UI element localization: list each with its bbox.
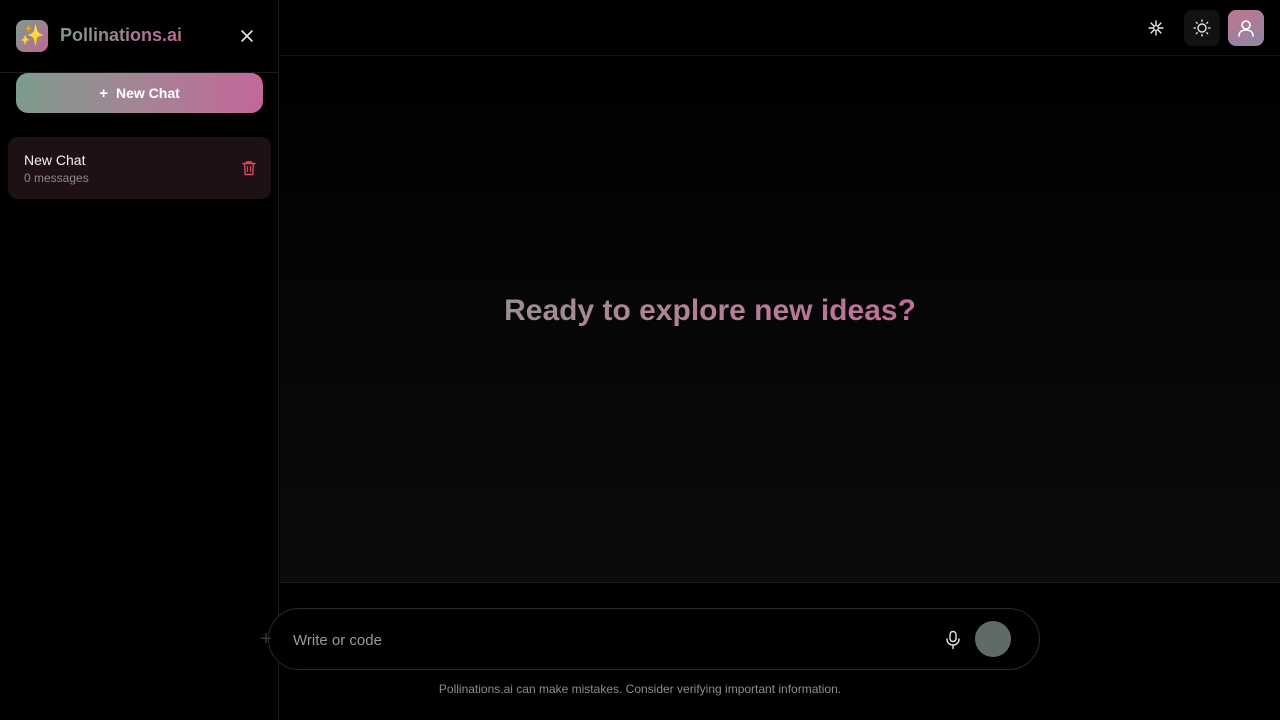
user-icon — [1238, 20, 1254, 37]
theme-toggle-button[interactable] — [1184, 10, 1220, 46]
brand-name: Pollinations.ai — [60, 25, 183, 45]
user-avatar-button[interactable] — [1228, 10, 1264, 46]
attach-button[interactable]: + — [255, 628, 277, 650]
sparkle-icon — [1148, 20, 1164, 36]
new-chat-label: New Chat — [115, 85, 180, 101]
trash-icon — [242, 161, 256, 176]
sun-icon — [1193, 19, 1211, 37]
sparkles-icon: ✨ — [19, 25, 45, 47]
chat-list-item[interactable]: New Chat 0 messages — [8, 137, 271, 199]
top-bar — [280, 0, 1280, 56]
sidebar-header: ✨ Pollinations.ai — [0, 0, 279, 73]
app-root: ✨ Pollinations.ai + New Chat New Chat 0 … — [0, 0, 1280, 720]
logo: ✨ — [16, 20, 48, 52]
sidebar: ✨ Pollinations.ai + New Chat New Chat 0 … — [0, 0, 279, 720]
microphone-icon — [946, 630, 960, 650]
close-icon — [241, 30, 253, 42]
message-input[interactable] — [293, 629, 913, 651]
welcome-heading: Ready to explore new ideas? — [280, 294, 1000, 328]
welcome-text: Ready to explore new ideas? — [504, 294, 916, 327]
disclaimer-text: Pollinations.ai can make mistakes. Consi… — [438, 682, 842, 696]
plus-icon: + — [99, 84, 108, 102]
sparkle-button[interactable] — [1138, 10, 1174, 46]
close-sidebar-button[interactable] — [235, 24, 259, 48]
message-composer: + — [260, 608, 1040, 670]
chat-message-count: 0 messages — [24, 171, 89, 185]
plus-icon: + — [260, 628, 272, 650]
delete-chat-button[interactable] — [240, 159, 258, 177]
main-panel: Ready to explore new ideas? + Pollinatio… — [260, 0, 1280, 720]
send-button[interactable] — [975, 621, 1011, 657]
new-chat-button[interactable]: + New Chat — [16, 73, 263, 113]
chat-area: Ready to explore new ideas? — [280, 56, 1280, 583]
microphone-button[interactable] — [941, 628, 965, 652]
chat-title: New Chat — [24, 152, 86, 168]
